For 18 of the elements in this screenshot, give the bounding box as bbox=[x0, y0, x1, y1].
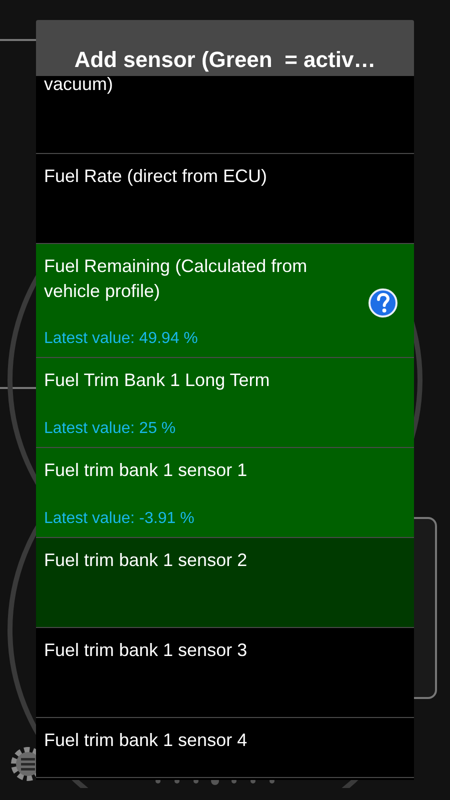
sensor-name: Fuel trim bank 1 sensor 2 bbox=[44, 549, 248, 572]
sensor-name: vacuum) bbox=[44, 76, 114, 96]
help-icon[interactable] bbox=[368, 288, 398, 318]
sensor-name: Fuel Trim Bank 1 Long Term bbox=[44, 369, 271, 392]
sensor-item[interactable]: Fuel trim bank 1 sensor 2 bbox=[36, 538, 414, 628]
latest-value: Latest value: -3.91 % bbox=[44, 509, 196, 529]
sensor-item[interactable]: vacuum) bbox=[36, 76, 414, 154]
latest-value: Latest value: 49.94 % bbox=[44, 329, 199, 349]
sensor-item[interactable]: Fuel Trim Bank 1 Long Term Latest value: 25 % bbox=[36, 358, 414, 448]
latest-value: Latest value: 25 % bbox=[44, 419, 177, 439]
sensor-name: Fuel trim bank 1 sensor 3 bbox=[44, 639, 248, 662]
sensor-name: Fuel Remaining (Calculated from vehicle profile) bbox=[44, 255, 308, 303]
sensor-name: Fuel trim bank 1 sensor 4 bbox=[44, 729, 248, 752]
sensor-name: Fuel Rate (direct from ECU) bbox=[44, 165, 268, 188]
dialog-title: Add sensor (Green = activ… bbox=[74, 46, 376, 74]
sensor-name: Fuel trim bank 1 sensor 1 bbox=[44, 459, 248, 482]
sensor-item[interactable]: Fuel trim bank 1 sensor 1 Latest value: -3.91 % bbox=[36, 448, 414, 538]
sensor-item[interactable]: Fuel Remaining (Calculated from vehicle profile) Latest value: 49.94 % bbox=[36, 244, 414, 358]
